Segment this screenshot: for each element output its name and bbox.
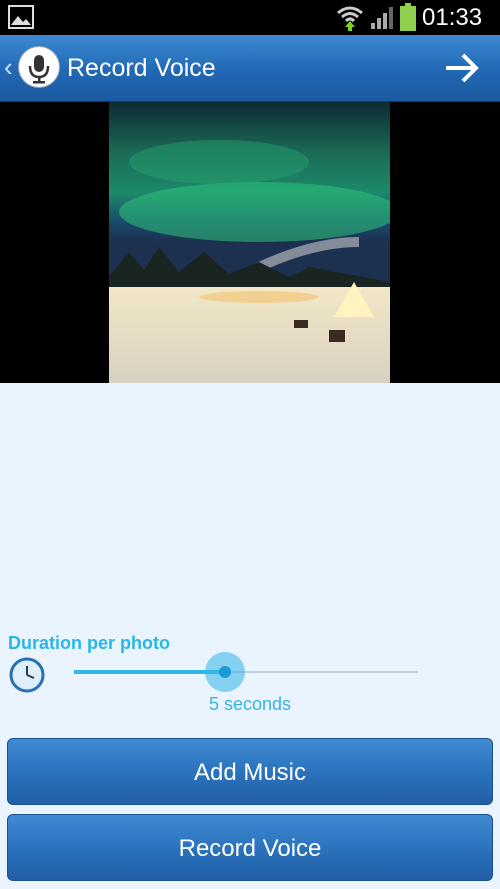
- back-chevron-icon[interactable]: ‹: [4, 52, 13, 82]
- action-bar: ‹ Record Voice: [0, 35, 500, 102]
- wifi-icon: [337, 6, 363, 31]
- clock-icon: [9, 657, 45, 693]
- battery-icon: [400, 3, 416, 31]
- signal-icon: [371, 7, 393, 29]
- page-title: Record Voice: [67, 54, 216, 82]
- next-button[interactable]: [436, 47, 486, 89]
- slider-fill: [74, 670, 225, 674]
- photo-thumbnail[interactable]: [109, 102, 390, 383]
- status-bar: 01:33: [0, 0, 500, 35]
- arrow-right-icon: [446, 53, 479, 83]
- status-time: 01:33: [422, 4, 483, 31]
- photo-area: [0, 102, 500, 383]
- duration-value: 5 seconds: [208, 694, 292, 714]
- add-music-button[interactable]: Add Music: [7, 738, 493, 805]
- gallery-icon: [8, 5, 34, 29]
- record-voice-button[interactable]: Record Voice: [7, 814, 493, 881]
- microphone-icon[interactable]: [19, 47, 59, 87]
- duration-slider[interactable]: [74, 652, 418, 694]
- duration-label: Duration per photo: [8, 633, 170, 653]
- slider-thumb[interactable]: [219, 666, 231, 678]
